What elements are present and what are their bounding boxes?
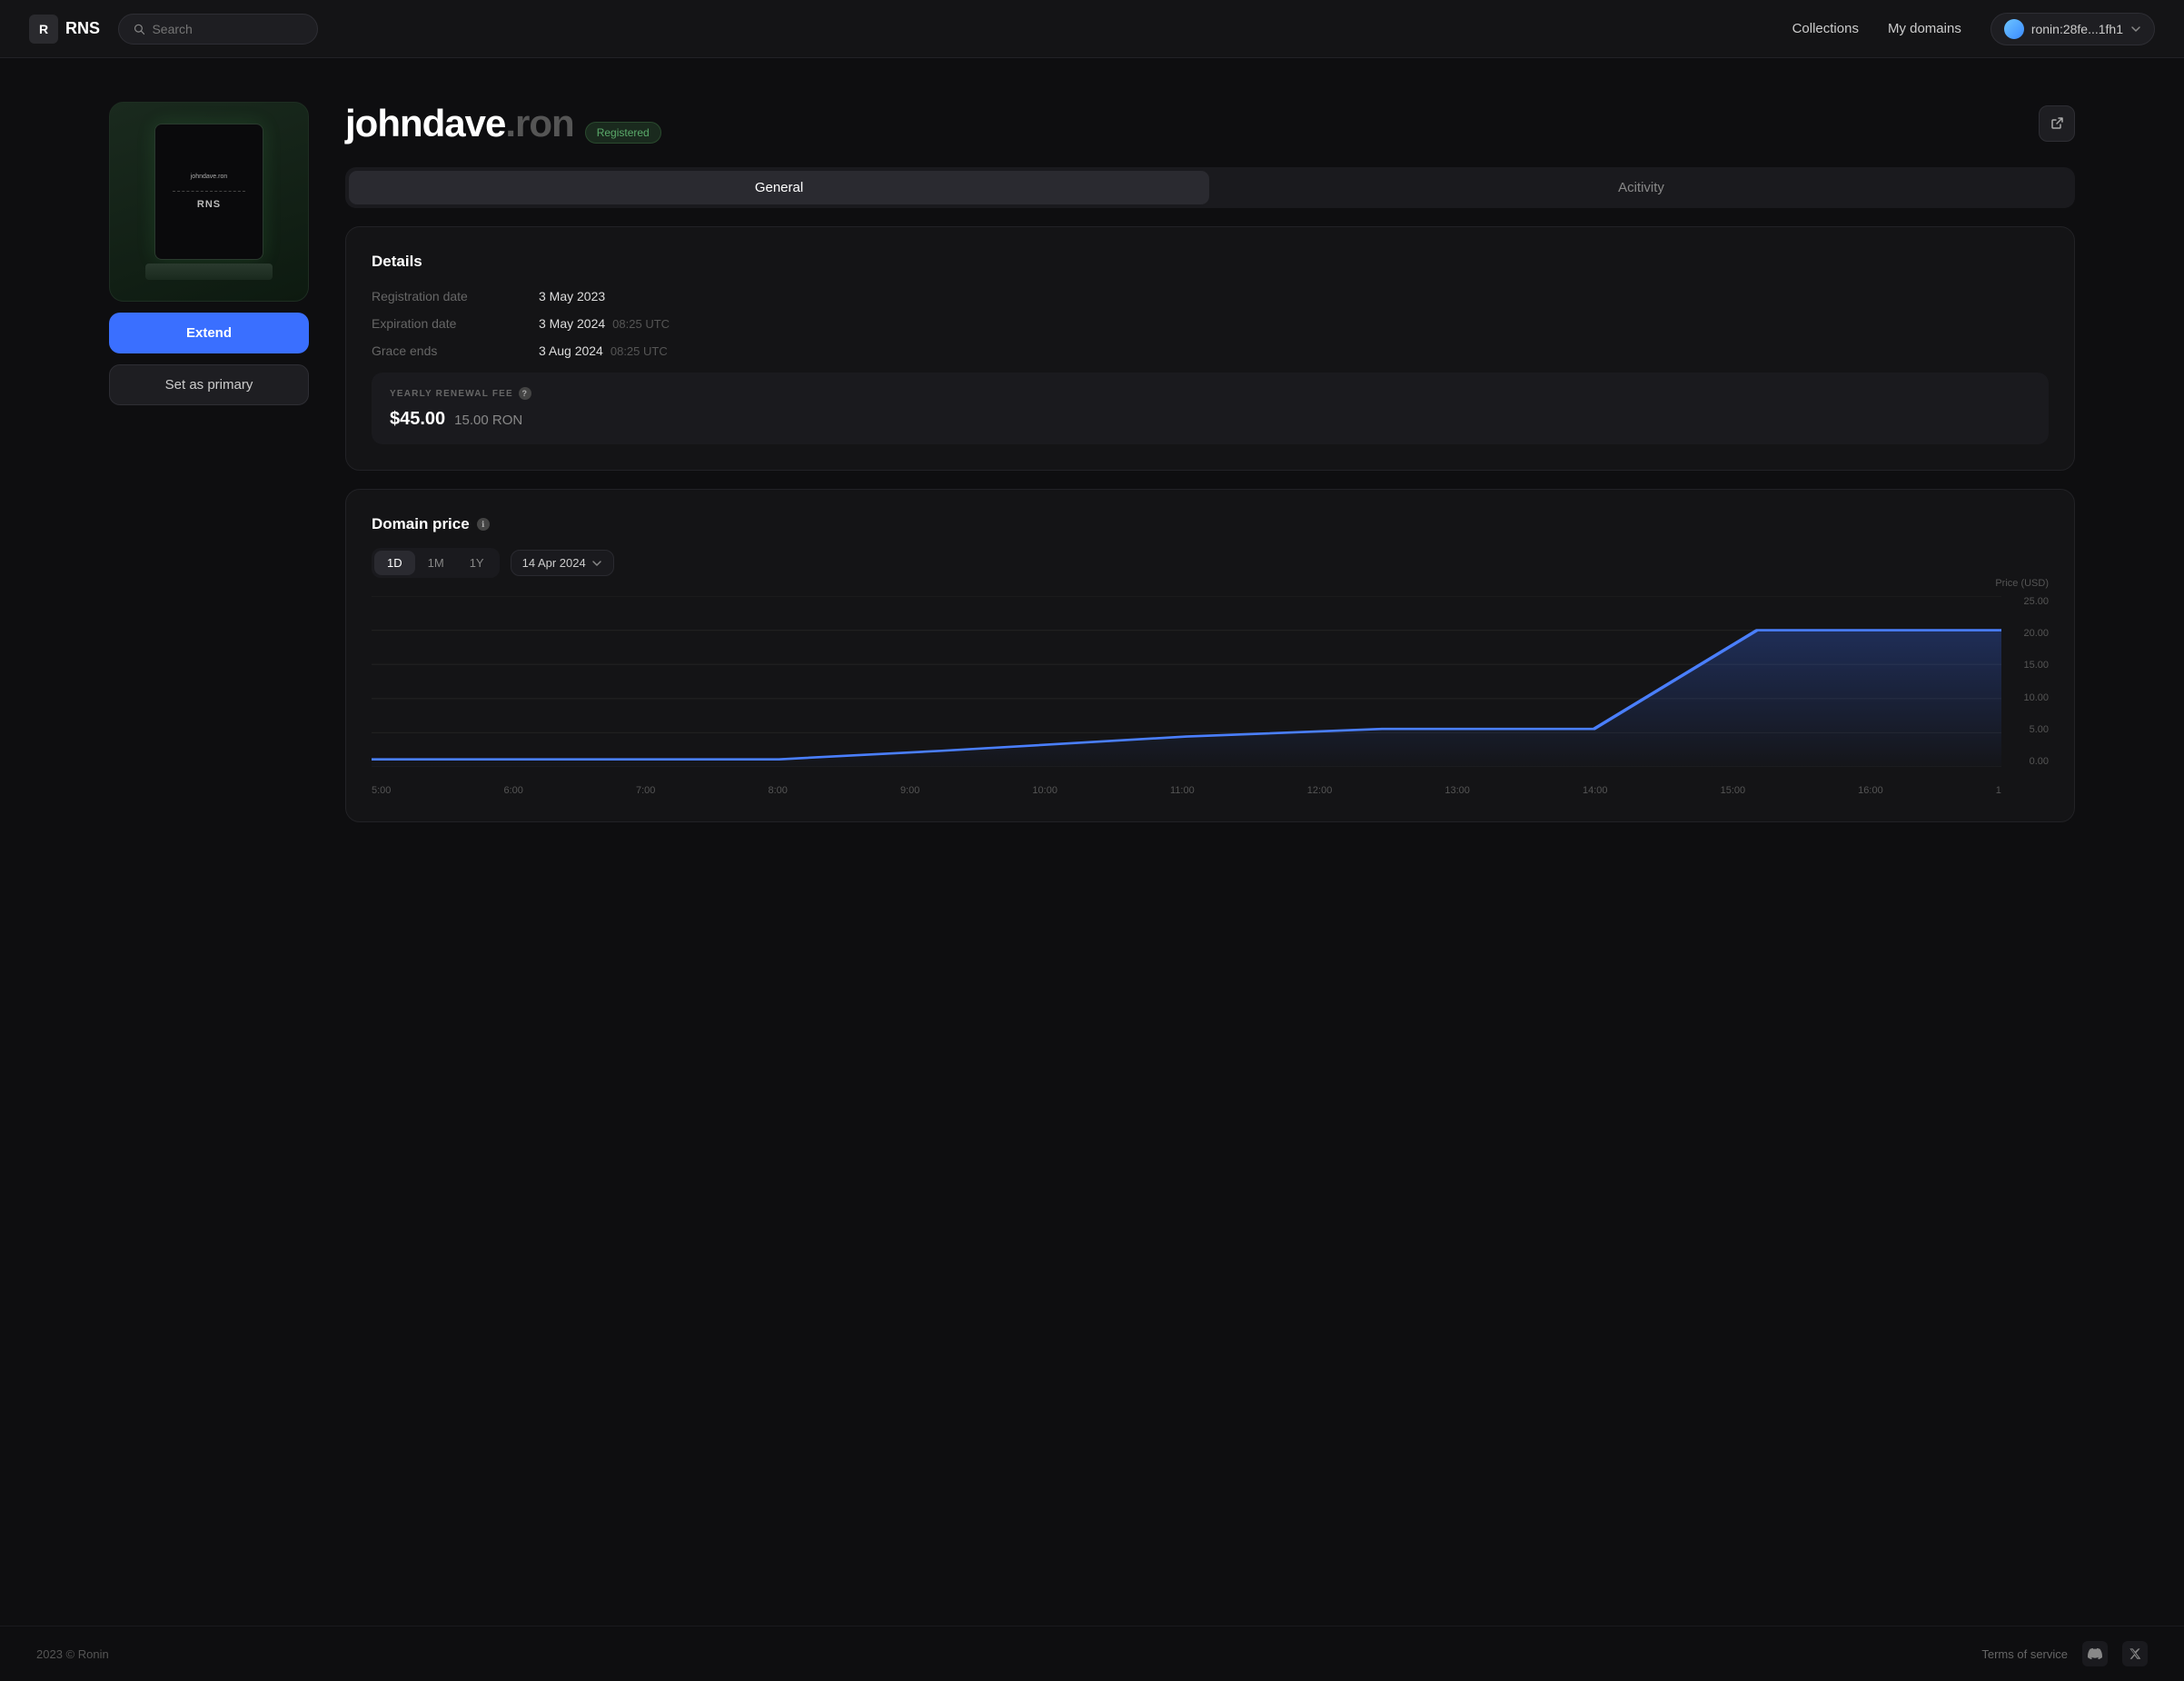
x-label-10: 15:00	[1721, 785, 1746, 796]
x-label-0: 5:00	[372, 785, 391, 796]
y-label-5: 5.00	[2030, 724, 2049, 735]
domain-title: johndave.ron Registered	[345, 102, 661, 145]
fee-usd: $45.00	[390, 409, 445, 430]
x-label-5: 10:00	[1032, 785, 1057, 796]
x-label-4: 9:00	[900, 785, 919, 796]
wallet-button[interactable]: ronin:28fe...1fh1	[1990, 13, 2155, 45]
twitter-button[interactable]	[2122, 1641, 2148, 1666]
chevron-down-icon	[2130, 24, 2141, 35]
detail-row-expiration: Expiration date 3 May 2024 08:25 UTC	[372, 316, 2049, 331]
x-label-6: 11:00	[1170, 785, 1195, 796]
discord-button[interactable]	[2082, 1641, 2108, 1666]
tab-activity[interactable]: Acitivity	[1211, 171, 2071, 204]
date-select[interactable]: 14 Apr 2024	[511, 550, 614, 576]
x-label-2: 7:00	[636, 785, 655, 796]
date-select-value: 14 Apr 2024	[522, 556, 586, 570]
y-label-20: 20.00	[2023, 628, 2049, 639]
period-tabs: 1D 1M 1Y	[372, 548, 500, 578]
domain-header: johndave.ron Registered	[345, 102, 2075, 145]
logo-text: RNS	[65, 19, 100, 38]
extend-button[interactable]: Extend	[109, 313, 309, 353]
search-icon	[134, 23, 144, 35]
y-label-10: 10.00	[2023, 692, 2049, 703]
price-usd-label: Price (USD)	[1995, 578, 2049, 589]
renewal-fee-value: $45.00 15.00 RON	[390, 409, 2030, 430]
wallet-address: ronin:28fe...1fh1	[2031, 22, 2123, 36]
footer: 2023 © Ronin Terms of service	[0, 1626, 2184, 1681]
x-label-12: 1	[1996, 785, 2001, 796]
renewal-fee-box: YEARLY RENEWAL FEE ? $45.00 15.00 RON	[372, 373, 2049, 444]
left-panel: johndave.ron RNS Extend Set as primary	[109, 102, 309, 405]
x-label-11: 16:00	[1858, 785, 1883, 796]
content-tabs: General Acitivity	[345, 167, 2075, 208]
x-label-7: 12:00	[1307, 785, 1333, 796]
details-card: Details Registration date 3 May 2023 Exp…	[345, 226, 2075, 471]
detail-utc-expiration: 08:25 UTC	[612, 317, 670, 331]
x-label-1: 6:00	[503, 785, 522, 796]
period-tab-1y[interactable]: 1Y	[457, 551, 497, 575]
domain-name: johndave.ron	[345, 102, 574, 145]
detail-label-grace: Grace ends	[372, 343, 517, 358]
search-bar[interactable]	[118, 14, 318, 45]
header-nav: Collections My domains ronin:28fe...1fh1	[1792, 13, 2155, 45]
detail-row-grace: Grace ends 3 Aug 2024 08:25 UTC	[372, 343, 2049, 358]
footer-links: Terms of service	[1981, 1641, 2148, 1666]
nft-dotted-line	[173, 191, 245, 192]
nav-my-domains[interactable]: My domains	[1888, 21, 1961, 36]
chart-area	[372, 596, 2001, 767]
price-title: Domain price	[372, 515, 470, 533]
domain-price-info-icon[interactable]: ℹ	[477, 518, 490, 531]
external-link-button[interactable]	[2039, 105, 2075, 142]
nav-collections[interactable]: Collections	[1792, 21, 1859, 36]
chart-y-axis: 25.00 20.00 15.00 10.00 5.00 0.00	[2001, 596, 2049, 767]
x-label-9: 14:00	[1583, 785, 1608, 796]
x-label-8: 13:00	[1444, 785, 1470, 796]
logo-icon: R	[29, 15, 58, 44]
nft-base	[145, 264, 273, 280]
details-title: Details	[372, 253, 2049, 271]
logo[interactable]: R RNS	[29, 15, 100, 44]
nft-inner-card: johndave.ron RNS	[154, 124, 263, 260]
nft-label: RNS	[197, 199, 221, 210]
search-input[interactable]	[152, 22, 303, 36]
twitter-icon	[2129, 1647, 2141, 1660]
chevron-down-icon	[591, 558, 602, 569]
y-label-0: 0.00	[2030, 756, 2049, 767]
footer-copyright: 2023 © Ronin	[36, 1647, 109, 1661]
detail-label-registration: Registration date	[372, 289, 517, 303]
renewal-fee-info-icon[interactable]: ?	[519, 387, 531, 400]
nft-domain-text: johndave.ron	[191, 174, 227, 180]
period-tab-1d[interactable]: 1D	[374, 551, 415, 575]
nft-card: johndave.ron RNS	[109, 102, 309, 302]
fee-ron: 15.00 RON	[454, 413, 522, 428]
detail-value-grace: 3 Aug 2024 08:25 UTC	[539, 343, 668, 358]
price-header: Domain price ℹ	[372, 515, 2049, 533]
right-content: johndave.ron Registered General Acitivit…	[345, 102, 2075, 822]
domain-price-card: Domain price ℹ 1D 1M 1Y 14 Apr 2024 P	[345, 489, 2075, 822]
detail-value-registration: 3 May 2023	[539, 289, 605, 303]
price-controls: 1D 1M 1Y 14 Apr 2024	[372, 548, 2049, 578]
detail-label-expiration: Expiration date	[372, 316, 517, 331]
detail-utc-grace: 08:25 UTC	[611, 344, 668, 358]
detail-value-expiration: 3 May 2024 08:25 UTC	[539, 316, 670, 331]
detail-row-registration: Registration date 3 May 2023	[372, 289, 2049, 303]
price-chart: Price (USD)	[372, 596, 2049, 796]
set-primary-button[interactable]: Set as primary	[109, 364, 309, 405]
x-label-3: 8:00	[768, 785, 787, 796]
y-label-25: 25.00	[2023, 596, 2049, 607]
period-tab-1m[interactable]: 1M	[415, 551, 457, 575]
wallet-avatar	[2004, 19, 2024, 39]
chart-x-axis: 5:00 6:00 7:00 8:00 9:00 10:00 11:00 12:…	[372, 771, 2001, 796]
status-badge: Registered	[585, 122, 661, 144]
y-label-15: 15.00	[2023, 660, 2049, 671]
footer-terms[interactable]: Terms of service	[1981, 1647, 2068, 1661]
domain-ext: .ron	[505, 102, 573, 144]
external-link-icon	[2050, 116, 2064, 131]
tab-general[interactable]: General	[349, 171, 1209, 204]
discord-icon	[2088, 1646, 2102, 1661]
renewal-fee-label: YEARLY RENEWAL FEE ?	[390, 387, 2030, 400]
